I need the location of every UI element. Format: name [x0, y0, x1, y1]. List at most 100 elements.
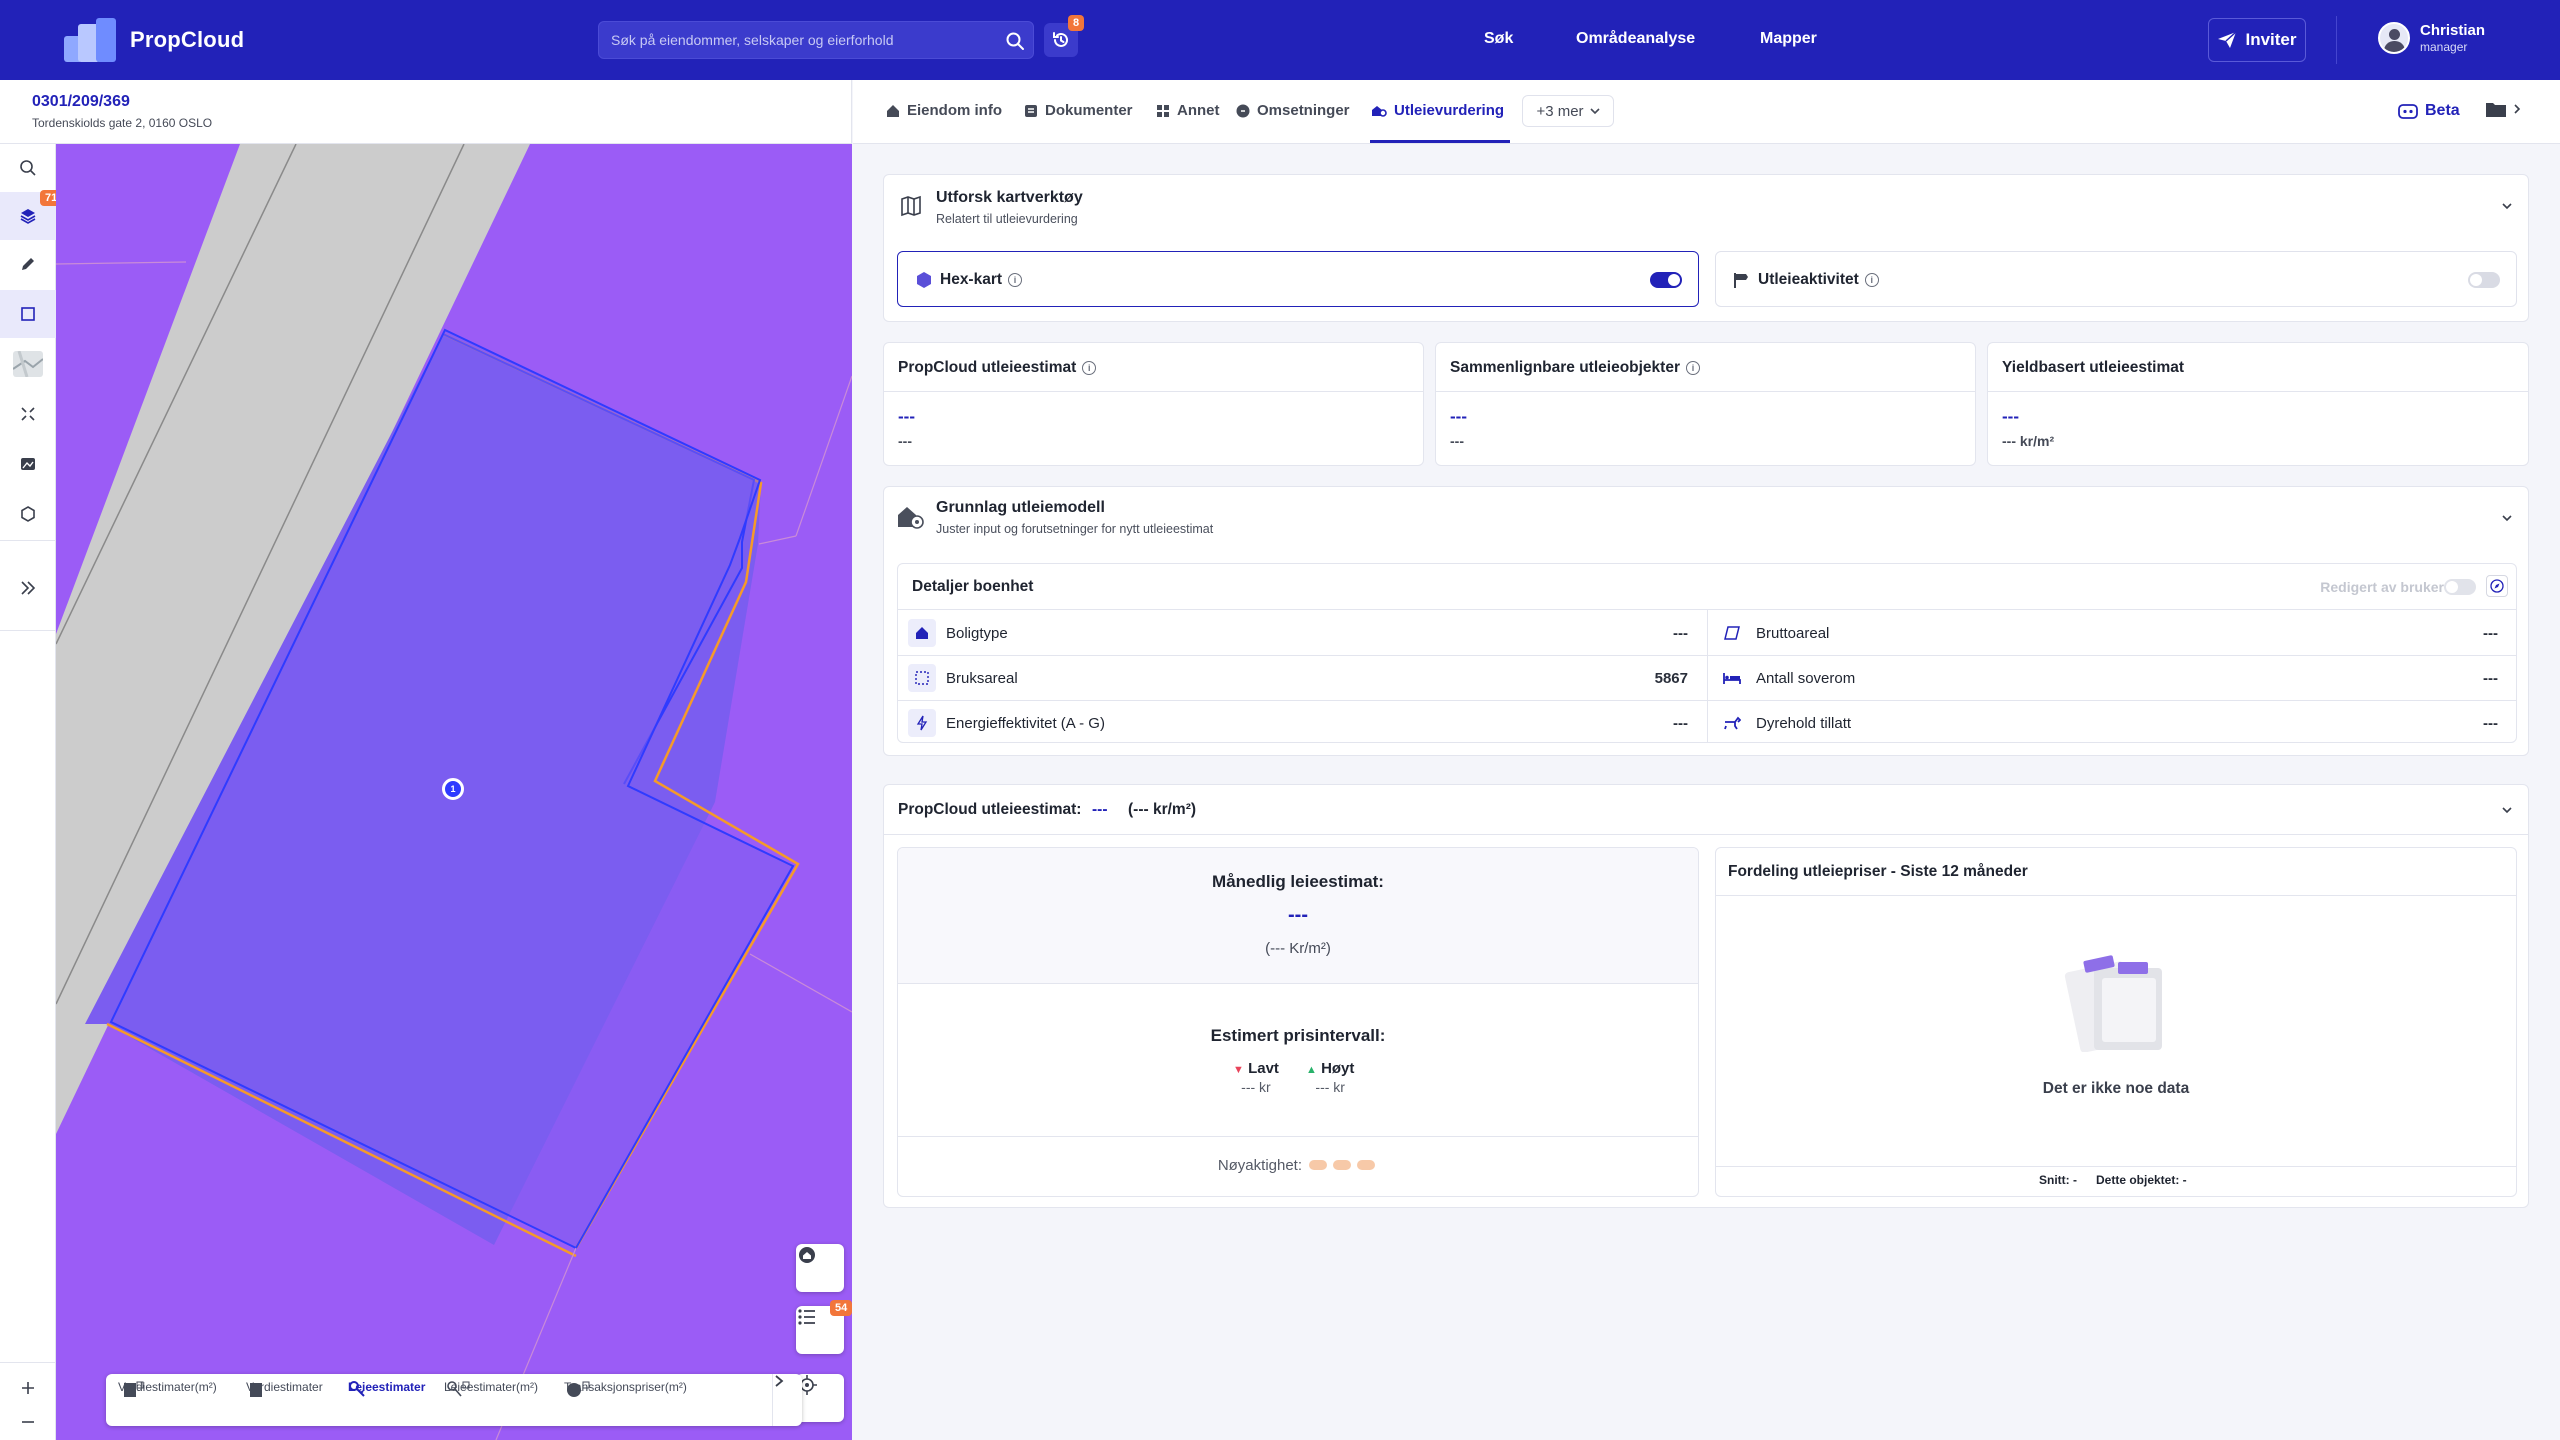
- search-input[interactable]: [611, 22, 991, 58]
- estimate-title: PropCloud utleieestimat i: [898, 359, 1097, 377]
- detail-row-boligtype[interactable]: Boligtype ---: [908, 611, 1704, 655]
- summary-value: ---: [1092, 801, 1108, 818]
- detail-row-energieffektivitet[interactable]: Energieffektivitet (A - G) ---: [908, 701, 1704, 745]
- compass-icon: [2490, 579, 2504, 593]
- estimate-value: ---: [2002, 407, 2019, 426]
- invite-button[interactable]: Inviter: [2208, 18, 2306, 62]
- property-header: 0301/209/369 Tordenskiolds gate 2, 0160 …: [0, 80, 852, 144]
- top-bar: PropCloud 8 Søk Områdeanalyse Mapper Inv…: [0, 0, 2560, 80]
- info-icon[interactable]: i: [1082, 360, 1097, 375]
- gross-area-icon: [1718, 619, 1746, 647]
- more-tabs-button[interactable]: +3 mer: [1522, 95, 1614, 127]
- tab-utleievurdering[interactable]: Utleievurdering: [1370, 102, 1504, 119]
- accuracy-dot: [1357, 1160, 1376, 1171]
- this-object-label: Dette objektet: -: [2096, 1173, 2187, 1187]
- map-toolbar: 71: [0, 144, 63, 1440]
- map-search-button[interactable]: [0, 144, 56, 192]
- map-tools-header[interactable]: Utforsk kartverktøy Relatert til utleiev…: [884, 175, 2528, 237]
- summary-header[interactable]: PropCloud utleieestimat: --- (--- kr/m²): [884, 785, 2528, 835]
- user-name: Christian: [2420, 22, 2486, 39]
- detail-row-antall-soverom[interactable]: Antall soverom ---: [1718, 656, 2514, 700]
- estimate-sub: ---: [1450, 433, 1464, 449]
- layers-icon: [20, 209, 36, 224]
- edited-by-user-toggle[interactable]: [2444, 579, 2476, 595]
- ruler-icon: [21, 407, 35, 421]
- double-chevron-right-icon: [21, 581, 36, 595]
- polygon-button[interactable]: [0, 490, 56, 538]
- location-home-icon: [799, 1247, 815, 1263]
- detail-row-bruksareal[interactable]: Bruksareal 5867: [908, 656, 1704, 700]
- rental-valuation-panel: Utforsk kartverktøy Relatert til utleiev…: [853, 144, 2560, 1440]
- tab-label: Annet: [1177, 102, 1220, 119]
- estimate-card-propcloud: PropCloud utleieestimat i --- ---: [883, 342, 1424, 466]
- select-area-button[interactable]: [0, 290, 56, 338]
- basemap-button[interactable]: [0, 340, 56, 388]
- nav-area-analysis[interactable]: Områdeanalyse: [1576, 30, 1695, 48]
- edit-details-button[interactable]: [2486, 575, 2508, 597]
- my-location-button[interactable]: [796, 1374, 844, 1422]
- area-icon: [908, 664, 936, 692]
- detail-value: ---: [2483, 669, 2498, 687]
- detail-row-dyrehold[interactable]: Dyrehold tillatt ---: [1718, 701, 2514, 745]
- measure-button[interactable]: [0, 390, 56, 438]
- energy-icon: [908, 709, 936, 737]
- tab-dokumenter[interactable]: Dokumenter: [1023, 102, 1133, 119]
- chevron-down-icon: [2502, 807, 2512, 814]
- rental-model-card: Grunnlag utleiemodell Juster input og fo…: [883, 486, 2529, 756]
- layer-value-estimates[interactable]: Verdiestimater: [246, 1380, 323, 1397]
- pet-icon: [1718, 709, 1746, 737]
- detail-row-bruttoareal[interactable]: Bruttoareal ---: [1718, 611, 2514, 655]
- history-button[interactable]: 8: [1044, 15, 1085, 57]
- layer-transaction-prices-m2[interactable]: Transaksjonspriser(m²): [564, 1380, 687, 1397]
- average-label: Snitt: -: [2039, 1173, 2077, 1187]
- zoom-out-button[interactable]: [0, 1404, 56, 1440]
- active-tab-indicator: [1370, 140, 1510, 143]
- history-badge: 8: [1068, 15, 1085, 31]
- unit-details-title: Detaljer boenhet: [912, 578, 1034, 595]
- layer-value-estimates-m2[interactable]: Verdiestimater(m²): [118, 1380, 217, 1397]
- rental-model-header[interactable]: Grunnlag utleiemodell Juster input og fo…: [884, 487, 2528, 547]
- tab-annet[interactable]: Annet: [1155, 102, 1220, 119]
- map-home-button[interactable]: [796, 1244, 844, 1292]
- search-box[interactable]: [598, 21, 1034, 59]
- draw-button[interactable]: [0, 240, 56, 288]
- zoom-in-button[interactable]: [0, 1370, 56, 1406]
- plus-icon: [22, 1382, 34, 1394]
- expand-panel-button[interactable]: [0, 564, 56, 612]
- estimate-sub: --- kr/m²: [2002, 433, 2055, 449]
- user-menu[interactable]: Christian manager: [2378, 22, 2485, 54]
- hex-map-toggle[interactable]: [1650, 272, 1682, 288]
- tab-omsetninger[interactable]: Omsetninger: [1235, 102, 1350, 119]
- list-badge: 54: [830, 1300, 852, 1316]
- search-icon[interactable]: [1005, 31, 1025, 51]
- layer-rent-estimates-m2[interactable]: Leieestimater(m²): [444, 1380, 538, 1397]
- detail-value: ---: [1673, 624, 1688, 642]
- rental-activity-option[interactable]: Utleieaktivitet i: [1715, 251, 2517, 307]
- layer-rent-estimates[interactable]: Leieestimater: [348, 1380, 425, 1397]
- send-icon: [2218, 31, 2237, 48]
- hex-map-option[interactable]: Hex-kart i: [897, 251, 1699, 307]
- image-icon: [21, 458, 35, 470]
- tab-eiendom-info[interactable]: Eiendom info: [885, 102, 1002, 119]
- nav-search[interactable]: Søk: [1484, 30, 1513, 48]
- folder-button[interactable]: [2485, 100, 2521, 118]
- map-list-button[interactable]: 54: [796, 1300, 852, 1354]
- building-icon: [124, 1381, 144, 1397]
- image-button[interactable]: [0, 440, 56, 488]
- unit-details-table: Detaljer boenhet Redigert av bruker Boli…: [897, 563, 2517, 743]
- property-id[interactable]: 0301/209/369: [32, 93, 130, 111]
- beta-button[interactable]: Beta: [2397, 102, 2460, 120]
- map-tools-card: Utforsk kartverktøy Relatert til utleiev…: [883, 174, 2529, 322]
- estimate-value: ---: [898, 407, 915, 426]
- info-icon[interactable]: i: [1686, 360, 1700, 375]
- layers-button[interactable]: 71: [0, 190, 63, 240]
- rental-activity-toggle[interactable]: [2468, 272, 2500, 288]
- detail-value: ---: [2483, 714, 2498, 732]
- tab-label: Omsetninger: [1257, 102, 1350, 119]
- layer-next-button[interactable]: [772, 1374, 802, 1426]
- map-canvas[interactable]: 1 54 Verdiestimater(m²) Verdiestimater L…: [56, 144, 852, 1440]
- rental-model-title: Grunnlag utleiemodell: [936, 499, 1105, 516]
- logo[interactable]: PropCloud: [64, 18, 244, 62]
- map-marker[interactable]: 1: [442, 778, 464, 800]
- nav-folders[interactable]: Mapper: [1760, 30, 1817, 48]
